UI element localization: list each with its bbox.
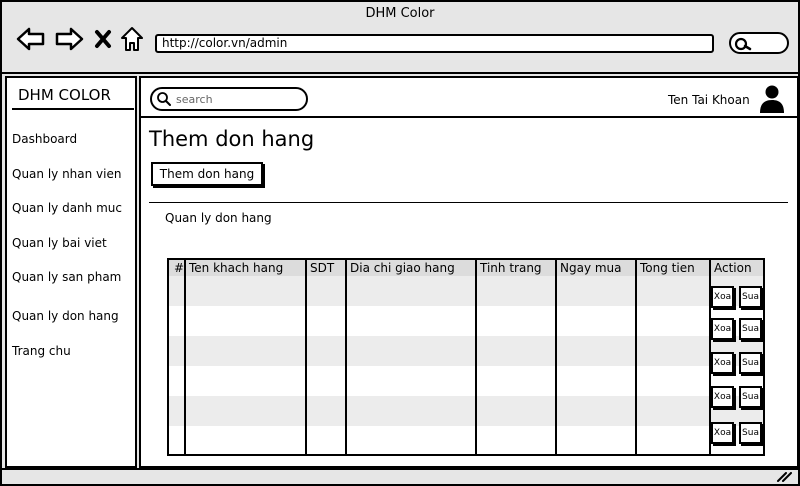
sidebar: DHM COLOR Dashboard Quan ly nhan vien Qu… <box>5 76 137 468</box>
arrow-right-icon[interactable] <box>54 24 84 54</box>
main-panel: Ten Tai Khoan Them don hang Them don han… <box>139 76 799 468</box>
delete-button[interactable]: Xoa <box>711 318 734 340</box>
search-icon <box>734 37 752 51</box>
edit-button[interactable]: Sua <box>739 286 762 308</box>
table-row <box>169 426 763 456</box>
table-row <box>169 396 763 426</box>
sidebar-item-dashboard[interactable]: Dashboard <box>12 132 77 146</box>
edit-button[interactable]: Sua <box>739 422 762 444</box>
edit-button[interactable]: Sua <box>739 318 762 340</box>
page-title: Them don hang <box>149 127 315 151</box>
window-title: DHM Color <box>365 6 435 21</box>
table-row <box>169 366 763 396</box>
table-row <box>169 276 763 306</box>
search-input[interactable] <box>176 92 296 106</box>
edit-button[interactable]: Sua <box>739 386 762 408</box>
column-header-index[interactable]: # <box>172 260 184 276</box>
column-header-status[interactable]: Tinh trang <box>478 260 542 276</box>
sidebar-item-employees[interactable]: Quan ly nhan vien <box>12 167 121 181</box>
column-divider <box>635 260 637 454</box>
column-header-address[interactable]: Dia chi giao hang <box>348 260 455 276</box>
section-divider <box>149 202 788 203</box>
sidebar-item-categories[interactable]: Quan ly danh muc <box>12 201 122 215</box>
account-name[interactable]: Ten Tai Khoan <box>668 93 750 107</box>
home-icon[interactable] <box>119 24 145 54</box>
column-divider <box>305 260 307 454</box>
column-header-customer[interactable]: Ten khach hang <box>187 260 283 276</box>
delete-button[interactable]: Xoa <box>711 286 734 308</box>
table-row <box>169 336 763 366</box>
sidebar-item-products[interactable]: Quan ly san pham <box>12 270 121 284</box>
browser-window: DHM Color http://color.vn/admin DHM COLO… <box>0 0 800 486</box>
resize-grip-icon[interactable] <box>776 472 792 482</box>
sidebar-item-home[interactable]: Trang chu <box>12 344 71 358</box>
column-header-date[interactable]: Ngay mua <box>558 260 622 276</box>
sidebar-brand-underline <box>12 108 134 110</box>
status-bar <box>2 468 798 484</box>
user-icon[interactable] <box>759 84 785 118</box>
url-bar[interactable]: http://color.vn/admin <box>155 34 714 53</box>
column-divider <box>475 260 477 454</box>
topbar: Ten Tai Khoan <box>141 78 797 118</box>
table-row <box>169 306 763 336</box>
arrow-left-icon[interactable] <box>16 24 46 54</box>
add-order-button[interactable]: Them don hang <box>151 162 263 186</box>
column-header-total[interactable]: Tong tien <box>638 260 695 276</box>
column-divider <box>555 260 557 454</box>
search-icon <box>157 92 171 106</box>
sidebar-brand: DHM COLOR <box>18 86 111 104</box>
search-box[interactable] <box>150 87 308 111</box>
column-header-action: Action <box>714 261 752 275</box>
section-label: Quan ly don hang <box>165 211 272 225</box>
sidebar-item-orders[interactable]: Quan ly don hang <box>12 309 119 323</box>
column-divider <box>184 260 186 454</box>
close-icon[interactable] <box>93 24 113 54</box>
column-divider <box>345 260 347 454</box>
column-header-phone[interactable]: SDT <box>308 260 334 276</box>
delete-button[interactable]: Xoa <box>711 386 734 408</box>
delete-button[interactable]: Xoa <box>711 352 734 374</box>
edit-button[interactable]: Sua <box>739 352 762 374</box>
delete-button[interactable]: Xoa <box>711 422 734 444</box>
orders-table: # Ten khach hang SDT Dia chi giao hang T… <box>167 258 765 456</box>
sidebar-item-posts[interactable]: Quan ly bai viet <box>12 236 107 250</box>
toolbar-divider <box>2 72 798 74</box>
browser-search-button[interactable] <box>729 32 789 54</box>
